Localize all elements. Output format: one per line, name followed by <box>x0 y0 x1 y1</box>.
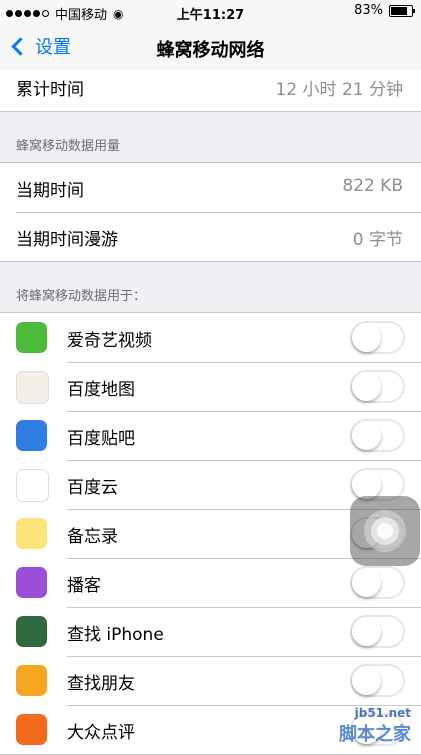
watermark: jb51.net 脚本之家 <box>339 706 411 746</box>
podcasts-icon <box>16 567 47 598</box>
current-period-label: 当期时间 <box>16 181 84 201</box>
assistive-touch-button[interactable] <box>350 496 420 566</box>
apps-section-header: 将蜂窝移动数据用于： <box>0 262 421 312</box>
baidu-map-icon <box>16 371 49 404</box>
battery-percent: 83% <box>354 3 383 18</box>
app-name: 百度地图 <box>67 380 135 400</box>
status-right: 83% <box>354 3 415 18</box>
app-name: 大众点评 <box>67 723 135 743</box>
app-name: 查找朋友 <box>67 674 135 694</box>
app-row: 播客 <box>0 558 421 607</box>
toggle-knob <box>352 421 381 450</box>
app-row: 百度地图 <box>0 362 421 411</box>
navigation-bar: 设置 蜂窝移动网络 <box>0 24 421 71</box>
total-time-value: 12 小时 21 分钟 <box>275 80 403 100</box>
toggle-knob <box>352 323 381 352</box>
toggle-knob <box>352 372 381 401</box>
usage-group: 当期时间 822 KB 当期时间漫游 0 字节 <box>0 162 421 262</box>
apps-header-text: 将蜂窝移动数据用于： <box>16 289 147 304</box>
cellular-data-toggle[interactable] <box>350 419 405 452</box>
app-row: 百度贴吧 <box>0 411 421 460</box>
baidu-cloud-icon <box>16 469 49 502</box>
notes-icon <box>16 518 47 549</box>
dianping-icon <box>16 714 47 745</box>
app-row: 爱奇艺视频 <box>0 313 421 362</box>
app-row: 查找 iPhone <box>0 607 421 656</box>
current-period-row: 当期时间 822 KB <box>0 163 421 212</box>
find-friends-icon <box>16 665 47 696</box>
baidu-tieba-icon <box>16 420 47 451</box>
cellular-data-toggle[interactable] <box>350 566 405 599</box>
cellular-data-toggle[interactable] <box>350 664 405 697</box>
watermark-text: 脚本之家 <box>339 724 411 745</box>
status-bar: 中国移动 ◉ 上午11:27 83% <box>0 0 421 24</box>
toggle-knob <box>352 617 381 646</box>
app-name: 备忘录 <box>67 527 118 547</box>
watermark-url: jb51.net <box>354 706 411 720</box>
toggle-knob <box>352 666 381 695</box>
iqiyi-icon <box>16 322 47 353</box>
app-row: 查找朋友 <box>0 656 421 705</box>
roaming-label: 当期时间漫游 <box>16 230 118 250</box>
cellular-data-toggle[interactable] <box>350 615 405 648</box>
total-time-label: 累计时间 <box>16 80 84 100</box>
app-name: 查找 iPhone <box>67 625 164 645</box>
cellular-data-toggle[interactable] <box>350 370 405 403</box>
app-name: 播客 <box>67 576 101 596</box>
usage-header-text: 蜂窝移动数据用量 <box>16 139 121 154</box>
settings-content: 累计时间 12 小时 21 分钟 蜂窝移动数据用量 当期时间 822 KB 当期… <box>0 70 421 755</box>
total-time-row: 累计时间 12 小时 21 分钟 <box>0 70 421 111</box>
app-name: 爱奇艺视频 <box>67 331 152 351</box>
page-title: 蜂窝移动网络 <box>156 40 265 61</box>
cellular-data-toggle[interactable] <box>350 321 405 354</box>
app-name: 百度云 <box>67 478 118 498</box>
toggle-knob <box>352 568 381 597</box>
app-name: 百度贴吧 <box>67 429 135 449</box>
toggle-knob <box>352 470 381 499</box>
roaming-row: 当期时间漫游 0 字节 <box>0 212 421 261</box>
find-iphone-icon <box>16 616 47 647</box>
current-period-value: 822 KB <box>342 176 403 196</box>
total-time-group: 累计时间 12 小时 21 分钟 <box>0 70 421 112</box>
battery-icon <box>389 4 415 17</box>
roaming-value: 0 字节 <box>352 230 403 250</box>
usage-section-header: 蜂窝移动数据用量 <box>0 112 421 162</box>
